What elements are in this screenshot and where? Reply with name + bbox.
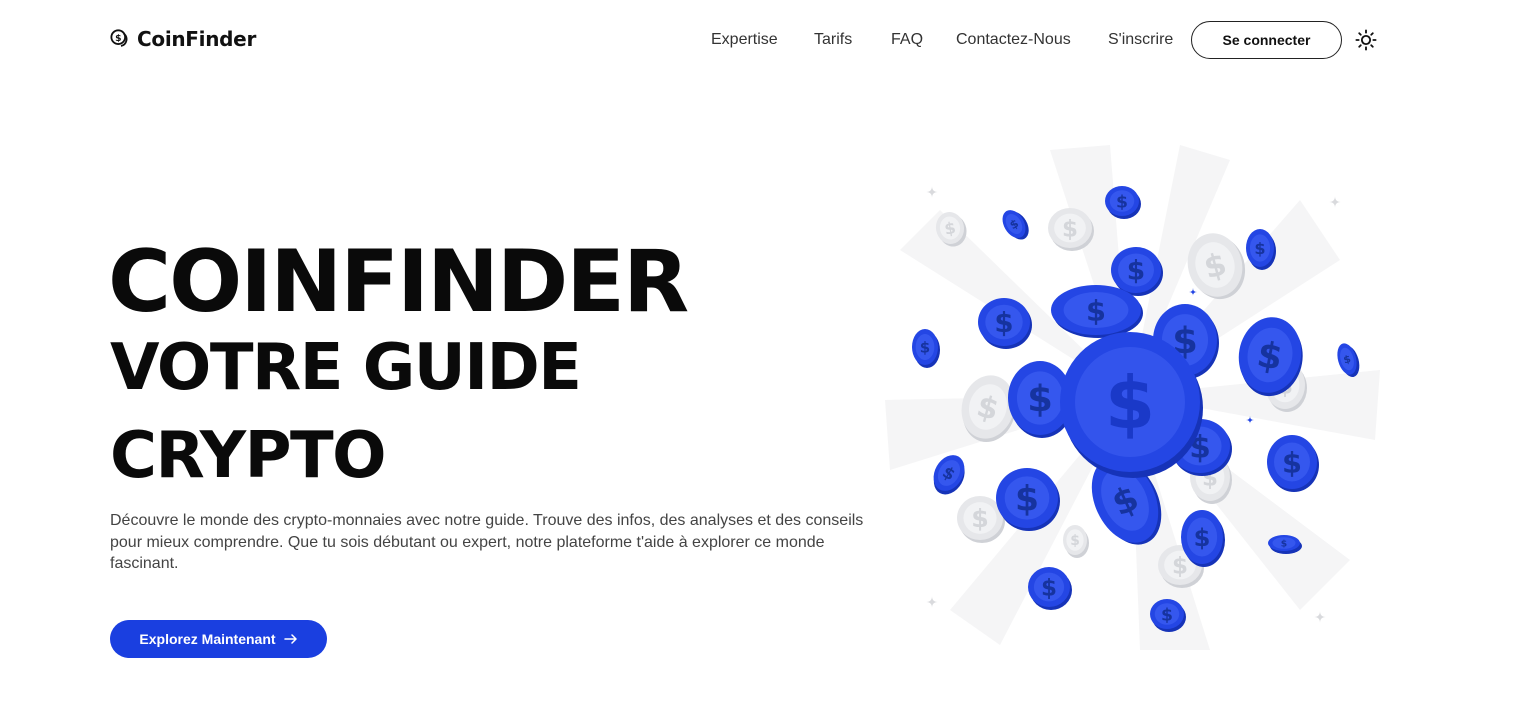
sparkle [1189, 288, 1197, 296]
blue-coin: $ [912, 329, 940, 368]
explore-now-button[interactable]: Explorez Maintenant [110, 620, 327, 658]
svg-text:$: $ [920, 338, 930, 356]
nav-link-tarifs[interactable]: Tarifs [814, 31, 852, 49]
svg-text:$: $ [1070, 533, 1080, 549]
sun-icon[interactable] [1355, 29, 1377, 51]
gray-coin: $ [1063, 525, 1089, 558]
svg-text:$: $ [1172, 553, 1188, 579]
dollar-coin-icon: $ [110, 29, 128, 47]
sparkle [1329, 196, 1341, 208]
svg-text:$: $ [1027, 377, 1053, 420]
svg-text:$: $ [115, 33, 121, 44]
svg-text:$: $ [1281, 538, 1287, 549]
nav-link-expertise[interactable]: Expertise [711, 31, 778, 49]
hero-subtitle-line1: VOTRE GUIDE [110, 331, 582, 405]
hero-subtitle-line2: CRYPTO [110, 419, 387, 493]
brand-logo[interactable]: $ CoinFinder [110, 27, 256, 51]
explore-now-label: Explorez Maintenant [139, 631, 276, 647]
svg-text:$: $ [1194, 524, 1211, 552]
svg-text:$: $ [1041, 575, 1057, 601]
arrow-right-icon [283, 634, 297, 644]
top-navbar: $ CoinFinder Expertise Tarifs FAQ Contac… [0, 0, 1516, 80]
sparkle [926, 596, 938, 608]
login-button[interactable]: Se connecter [1191, 21, 1342, 59]
blue-coin: $ [1267, 435, 1319, 492]
blue-coin: $ [933, 455, 965, 495]
svg-text:$: $ [1127, 256, 1145, 287]
svg-text:$: $ [1062, 216, 1078, 242]
svg-text:$: $ [971, 504, 989, 533]
nav-link-contact[interactable]: Contactez-Nous [956, 31, 1071, 49]
blue-coin: $ [1028, 567, 1072, 610]
svg-text:$: $ [1015, 480, 1039, 520]
sparkle [926, 186, 938, 198]
hero-description: Découvre le monde des crypto-monnaies av… [110, 512, 864, 572]
svg-text:$: $ [1105, 361, 1155, 445]
nav-link-faq[interactable]: FAQ [891, 31, 923, 49]
svg-text:$: $ [1086, 294, 1106, 328]
sparkle [1314, 611, 1326, 623]
svg-text:$: $ [1116, 192, 1128, 212]
blue-coin: $ [996, 468, 1060, 531]
hero-title: COINFINDER [108, 232, 689, 332]
nav-link-signup[interactable]: S'inscrire [1108, 31, 1173, 49]
brand-name: CoinFinder [137, 27, 257, 51]
blue-coin: $ [1002, 210, 1029, 240]
svg-text:$: $ [1161, 605, 1173, 625]
svg-text:$: $ [1282, 446, 1302, 480]
floating-dollar-coins-illustration: $$$$$$$$$$$$$$$$$$$$$$$$$$$$$$ [885, 145, 1380, 650]
svg-text:$: $ [994, 306, 1013, 339]
svg-text:$: $ [1254, 239, 1265, 258]
